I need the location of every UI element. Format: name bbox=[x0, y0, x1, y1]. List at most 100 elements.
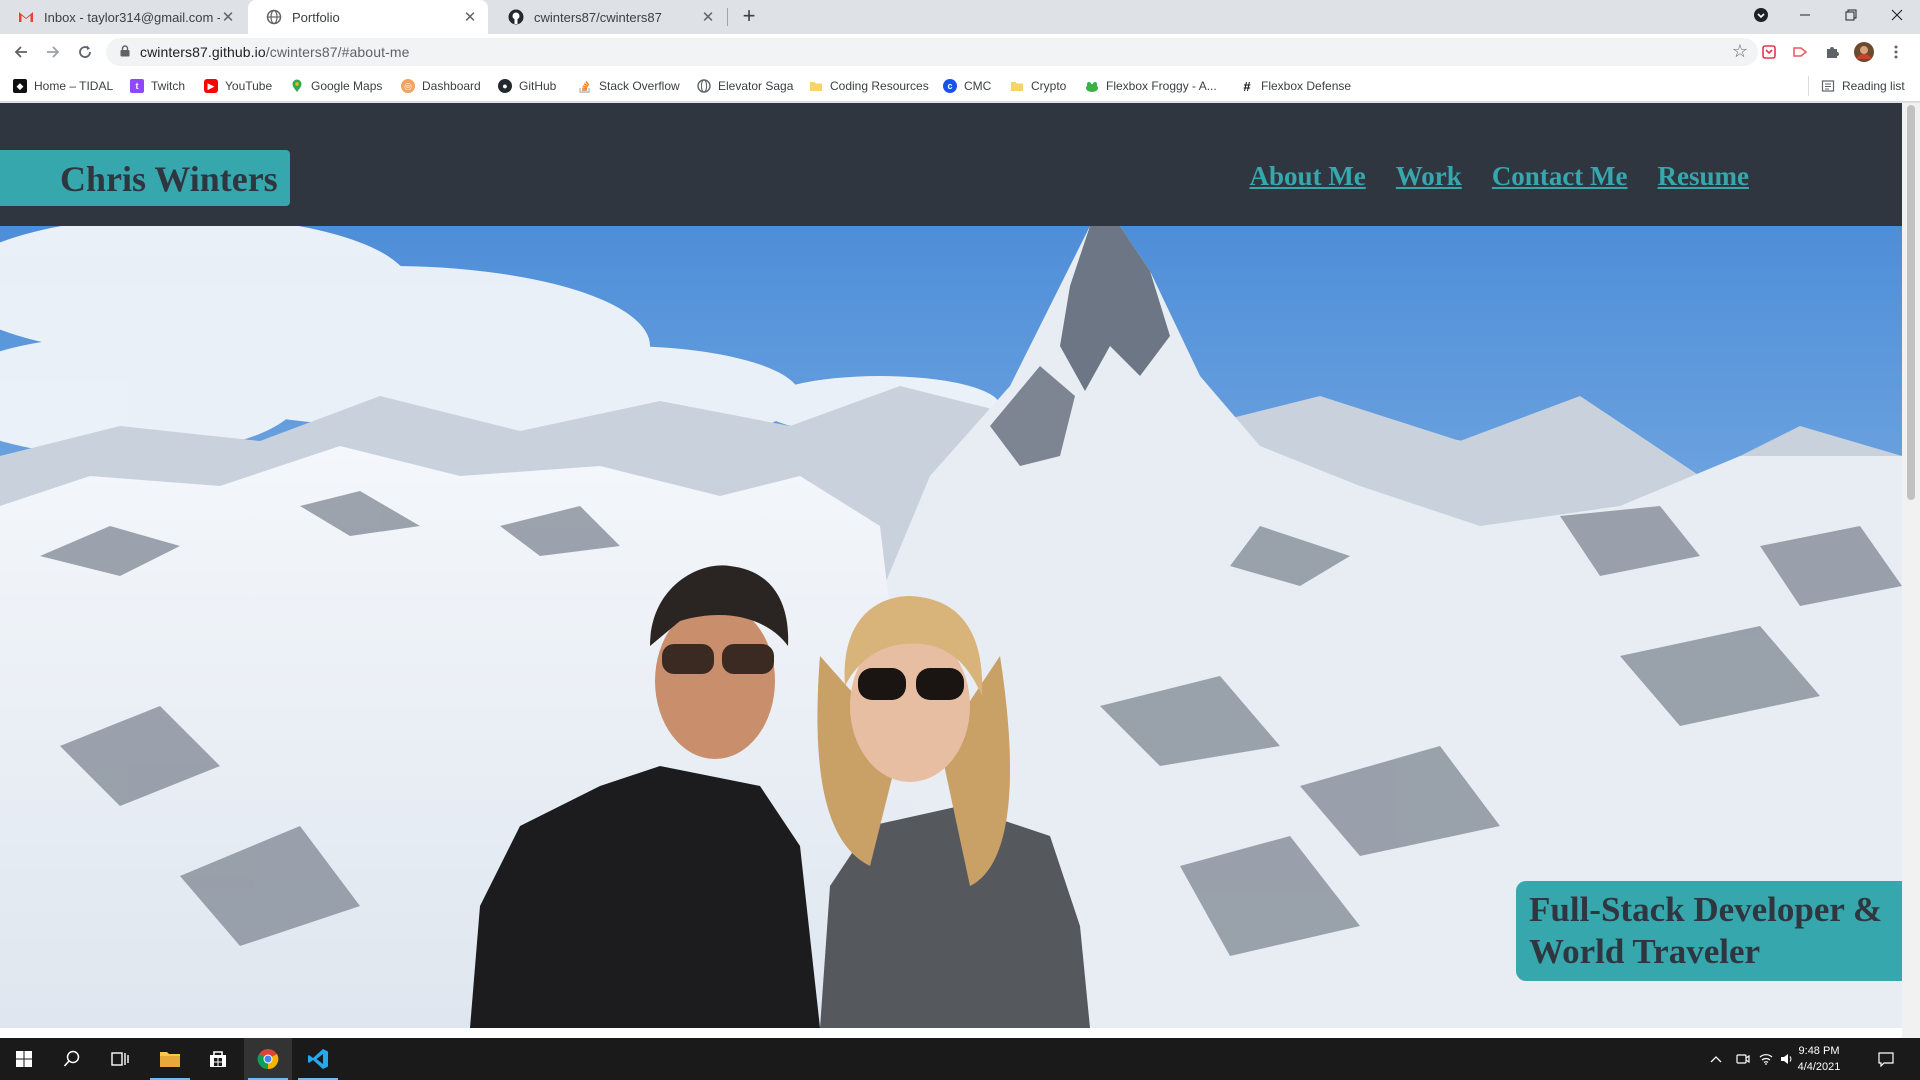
bookmark-cmc[interactable]: c CMC bbox=[943, 77, 991, 95]
nav-about-me[interactable]: About Me bbox=[1250, 161, 1366, 192]
gmail-icon bbox=[19, 12, 33, 22]
page-scrollbar[interactable] bbox=[1902, 103, 1920, 1038]
site-header: Chris Winters About Me Work Contact Me R… bbox=[0, 103, 1902, 226]
bookmark-label: Flexbox Defense bbox=[1261, 79, 1352, 93]
site-title: Chris Winters bbox=[60, 159, 278, 199]
frog-icon bbox=[1086, 82, 1098, 92]
bookmark-tidal[interactable]: ◆ Home – TIDAL bbox=[13, 77, 113, 95]
twitch-icon: t bbox=[130, 79, 144, 93]
tab-inbox[interactable]: Inbox - taylor314@gmail.com - G ✕ bbox=[0, 0, 246, 34]
reading-list-icon bbox=[1821, 80, 1835, 92]
bookmark-label: Coding Resources bbox=[830, 79, 929, 93]
nav-contact-me[interactable]: Contact Me bbox=[1492, 161, 1628, 192]
bookmark-flexbox-froggy[interactable]: Flexbox Froggy - A... bbox=[1085, 77, 1217, 95]
tidal-icon: ◆ bbox=[13, 79, 27, 93]
bookmark-label: Dashboard bbox=[422, 79, 481, 93]
bookmark-folder-crypto[interactable]: Crypto bbox=[1010, 77, 1066, 95]
browser-toolbar: cwinters87.github.io/cwinters87/#about-m… bbox=[0, 34, 1920, 70]
bookmark-label: Home – TIDAL bbox=[34, 79, 114, 93]
bookmark-dashboard[interactable]: ◎ Dashboard bbox=[401, 77, 481, 95]
vscode-icon[interactable] bbox=[294, 1038, 342, 1080]
notifications-icon[interactable] bbox=[1878, 1038, 1894, 1080]
reading-list-label: Reading list bbox=[1842, 79, 1905, 93]
dashboard-icon: ◎ bbox=[401, 79, 415, 93]
site-nav: About Me Work Contact Me Resume bbox=[1250, 161, 1749, 192]
bookmark-youtube[interactable]: ▶ YouTube bbox=[204, 77, 272, 95]
clock-date: 4/4/2021 bbox=[1797, 1061, 1841, 1073]
globe-icon bbox=[697, 79, 711, 93]
extensions-puzzle-icon[interactable] bbox=[1820, 40, 1844, 64]
bookmark-label: Stack Overflow bbox=[599, 79, 680, 93]
clock-time: 9:48 PM bbox=[1798, 1045, 1840, 1057]
close-icon[interactable]: ✕ bbox=[700, 8, 716, 26]
reload-icon[interactable] bbox=[73, 40, 97, 64]
minimize-icon[interactable] bbox=[1782, 0, 1828, 30]
bookmark-twitch[interactable]: t Twitch bbox=[130, 77, 185, 95]
close-icon[interactable]: ✕ bbox=[462, 8, 478, 26]
reading-list-button[interactable]: Reading list bbox=[1821, 77, 1905, 95]
system-clock[interactable]: 9:48 PM 4/4/2021 bbox=[1788, 1043, 1850, 1075]
cmc-icon: c bbox=[943, 79, 957, 93]
bookmark-stack-overflow[interactable]: Stack Overflow bbox=[578, 77, 680, 95]
bookmark-github[interactable]: ● GitHub bbox=[498, 77, 556, 95]
bookmark-label: YouTube bbox=[225, 79, 273, 93]
meet-now-icon[interactable] bbox=[1736, 1038, 1750, 1080]
tagline-line-1: Full-Stack Developer & bbox=[1529, 890, 1883, 929]
github-icon bbox=[508, 9, 524, 25]
bookmark-label: Twitch bbox=[151, 79, 186, 93]
menu-kebab-icon[interactable] bbox=[1884, 40, 1908, 64]
web-page: Chris Winters About Me Work Contact Me R… bbox=[0, 103, 1902, 1038]
folder-icon bbox=[1011, 82, 1023, 91]
task-view-icon[interactable] bbox=[96, 1038, 144, 1080]
tab-github[interactable]: cwinters87/cwinters87 ✕ bbox=[490, 0, 726, 34]
bookmark-flexbox-defense[interactable]: # Flexbox Defense bbox=[1240, 77, 1351, 95]
stackoverflow-icon bbox=[579, 81, 590, 93]
bookmarks-divider bbox=[1808, 76, 1809, 96]
bookmark-label: GitHub bbox=[519, 79, 557, 93]
microsoft-store-icon[interactable] bbox=[194, 1038, 242, 1080]
file-explorer-icon[interactable] bbox=[146, 1038, 194, 1080]
globe-icon bbox=[266, 9, 282, 25]
wifi-icon[interactable] bbox=[1759, 1038, 1773, 1080]
restore-icon[interactable] bbox=[1828, 0, 1874, 30]
address-bar[interactable]: cwinters87.github.io/cwinters87/#about-m… bbox=[106, 38, 1758, 66]
tab-portfolio[interactable]: Portfolio ✕ bbox=[248, 0, 488, 34]
bookmark-label: CMC bbox=[964, 79, 992, 93]
folder-icon bbox=[810, 82, 822, 91]
url-path: /cwinters87/#about-me bbox=[265, 44, 410, 60]
nav-resume[interactable]: Resume bbox=[1658, 161, 1749, 192]
bookmark-google-maps[interactable]: Google Maps bbox=[290, 77, 382, 95]
tab-strip: Inbox - taylor314@gmail.com - G ✕ Portfo… bbox=[0, 0, 1920, 34]
tab-search-icon[interactable] bbox=[1738, 0, 1784, 30]
pocket-extension-icon[interactable] bbox=[1757, 40, 1781, 64]
tagline-box: Full-Stack Developer & World Traveler bbox=[1516, 881, 1902, 981]
bookmark-folder-coding-resources[interactable]: Coding Resources bbox=[809, 77, 929, 95]
windows-start-icon[interactable] bbox=[0, 1038, 48, 1080]
lock-icon bbox=[120, 45, 130, 57]
bookmarks-bar: ◆ Home – TIDAL t Twitch ▶ YouTube Google… bbox=[0, 70, 1920, 102]
windows-taskbar: 9:48 PM 4/4/2021 bbox=[0, 1038, 1920, 1080]
tab-title: Inbox - taylor314@gmail.com - G bbox=[44, 9, 220, 25]
bookmark-label: Crypto bbox=[1031, 79, 1067, 93]
youtube-icon: ▶ bbox=[204, 79, 218, 93]
scrollbar-thumb[interactable] bbox=[1907, 105, 1915, 500]
close-window-icon[interactable] bbox=[1874, 0, 1920, 30]
tab-separator bbox=[727, 8, 728, 26]
bookmark-elevator-saga[interactable]: Elevator Saga bbox=[697, 77, 793, 95]
profile-avatar[interactable] bbox=[1852, 40, 1876, 64]
forward-arrow-icon[interactable] bbox=[41, 40, 65, 64]
bookmark-star-icon[interactable]: ☆ bbox=[1732, 41, 1748, 62]
show-hidden-icons[interactable] bbox=[1710, 1038, 1722, 1080]
url-text: cwinters87.github.io/cwinters87/#about-m… bbox=[140, 44, 409, 60]
brand-box: Chris Winters bbox=[0, 150, 290, 206]
new-tab-button[interactable]: + bbox=[738, 5, 760, 28]
nav-work[interactable]: Work bbox=[1396, 161, 1462, 192]
cast-extension-icon[interactable] bbox=[1788, 40, 1812, 64]
back-arrow-icon[interactable] bbox=[9, 40, 33, 64]
search-icon[interactable] bbox=[48, 1038, 96, 1080]
tab-title: Portfolio bbox=[292, 9, 340, 25]
bookmark-label: Google Maps bbox=[311, 79, 383, 93]
chrome-icon[interactable] bbox=[244, 1038, 292, 1080]
maps-pin-icon bbox=[292, 79, 302, 92]
close-icon[interactable]: ✕ bbox=[220, 8, 236, 26]
